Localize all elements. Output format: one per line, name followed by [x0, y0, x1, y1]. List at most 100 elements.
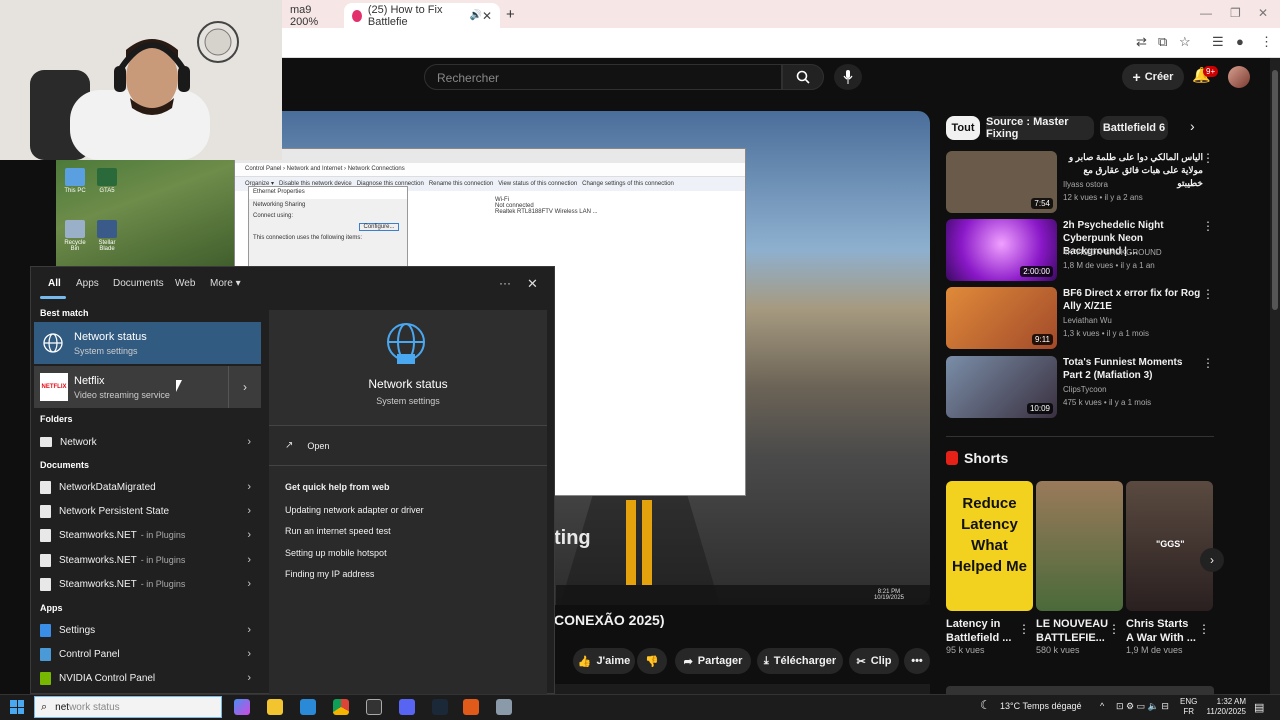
search-input[interactable]: Rechercher — [424, 64, 782, 90]
document-result[interactable]: Steamworks.NET - in Plugins › — [34, 573, 261, 595]
bookmark-star-icon[interactable]: ☆ — [1179, 34, 1191, 50]
more-options-icon[interactable]: ⋮ — [1202, 287, 1214, 301]
scrollbar-thumb[interactable] — [1272, 70, 1278, 310]
document-result[interactable]: Steamworks.NET - in Plugins › — [34, 549, 261, 571]
close-window-icon[interactable]: ✕ — [1258, 6, 1268, 20]
open-action[interactable]: ↗ Open — [285, 440, 329, 451]
short-thumbnail[interactable] — [1036, 481, 1123, 611]
close-icon[interactable]: ✕ — [527, 276, 538, 292]
app-result-control-panel[interactable]: Control Panel › — [34, 643, 261, 665]
dislike-button[interactable]: 👎 — [637, 648, 667, 674]
queue-icon[interactable]: ☰ — [1212, 34, 1224, 50]
menu-dots-icon[interactable]: ⋮ — [1260, 34, 1273, 50]
more-options-icon[interactable]: ⋮ — [1198, 622, 1210, 636]
download-button[interactable]: ⤓ Télécharger — [757, 648, 843, 674]
install-icon[interactable]: ⧉ — [1158, 34, 1167, 50]
nvidia-icon — [40, 671, 51, 685]
file-explorer-icon[interactable] — [267, 699, 283, 715]
clock[interactable]: 1:32 AM 11/20/2025 — [1200, 697, 1246, 717]
tab-all[interactable]: All — [48, 278, 61, 289]
web-link[interactable]: Finding my IP address — [285, 569, 374, 579]
more-options-icon[interactable]: ⋮ — [1202, 356, 1214, 370]
notification-center-icon[interactable]: ▤ — [1254, 701, 1264, 714]
weather-moon-icon[interactable]: ☾ — [980, 698, 991, 712]
desktop-icon-stellar-blade[interactable]: Stellar Blade — [92, 220, 122, 252]
translate-icon[interactable]: ⇄ — [1136, 34, 1147, 50]
chip-source[interactable]: Source : Master Fixing — [986, 116, 1094, 140]
recommendation-item[interactable]: 9:11 BF6 Direct x error fix for Rog Ally… — [946, 287, 1216, 349]
netflix-result[interactable]: NETFLIX Netflix Video streaming service — [34, 366, 261, 408]
discord-icon[interactable] — [399, 699, 415, 715]
best-match-network-status[interactable]: Network status System settings — [34, 322, 261, 364]
app-icon[interactable] — [496, 699, 512, 715]
more-options-icon[interactable]: ··· — [499, 276, 511, 290]
desktop-icon-gta5[interactable]: GTA5 — [92, 168, 122, 194]
chevron-right-icon[interactable]: › — [1190, 118, 1195, 134]
more-options-icon[interactable]: ⋮ — [1108, 622, 1120, 636]
search-button[interactable] — [782, 64, 824, 90]
avatar[interactable] — [1228, 66, 1250, 88]
copilot-icon[interactable] — [234, 699, 250, 715]
xbox-icon[interactable] — [366, 699, 382, 715]
tab-more[interactable]: More ▾ — [210, 278, 241, 289]
web-link[interactable]: Setting up mobile hotspot — [285, 548, 387, 558]
video-thumbnail: 2:00:00 — [946, 219, 1057, 281]
document-result[interactable]: Network Persistent State › — [34, 500, 261, 522]
chip-all[interactable]: Tout — [946, 116, 980, 140]
web-link[interactable]: Run an internet speed test — [285, 526, 391, 536]
network-globe-large-icon — [387, 323, 425, 364]
more-options-icon[interactable]: ⋮ — [1018, 622, 1030, 636]
short-thumbnail[interactable]: Reduce Latency What Helped Me — [946, 481, 1033, 611]
new-tab-icon[interactable]: + — [506, 6, 515, 23]
like-button[interactable]: 👍 J'aime — [573, 648, 635, 674]
create-button[interactable]: + Créer — [1122, 64, 1184, 90]
app-result-nvidia[interactable]: NVIDIA Control Panel › — [34, 667, 261, 689]
store-icon[interactable] — [300, 699, 316, 715]
desktop-icon-recycle-bin[interactable]: Recycle Bin — [60, 220, 90, 252]
browser-tab-active[interactable]: (25) How to Fix Battlefie 🔊 ✕ — [344, 3, 500, 28]
wifi-adapter: Wi-Fi Not connected Realtek RTL8188FTV W… — [495, 197, 598, 215]
video-title: CONEXÃO 2025) — [554, 612, 665, 628]
tray-chevron-icon[interactable]: ^ — [1100, 701, 1104, 711]
clip-button[interactable]: ✂ Clip — [849, 648, 899, 674]
youtube-favicon-icon — [352, 9, 362, 22]
minimize-icon[interactable]: — — [1200, 6, 1212, 20]
chevron-right-icon[interactable]: › — [228, 366, 261, 408]
maximize-icon[interactable]: ❐ — [1230, 6, 1241, 20]
tab-web[interactable]: Web — [175, 278, 195, 289]
web-link[interactable]: Updating network adapter or driver — [285, 505, 424, 515]
profile-icon[interactable]: ● — [1236, 34, 1244, 49]
search-icon — [796, 70, 810, 84]
more-actions-button[interactable]: ••• — [904, 648, 930, 674]
short-info: Chris Starts A War With ... 1,9 M de vue… — [1126, 618, 1196, 655]
browser-tab-inactive[interactable]: ma9 200% — [282, 3, 342, 28]
folder-result[interactable]: Network › — [34, 431, 261, 453]
tab-apps[interactable]: Apps — [76, 278, 99, 289]
chrome-icon[interactable] — [333, 699, 349, 715]
document-result[interactable]: NetworkDataMigrated › — [34, 476, 261, 498]
windows-start-icon[interactable] — [10, 700, 24, 714]
more-options-icon[interactable]: ⋮ — [1202, 219, 1214, 233]
document-result[interactable]: Steamworks.NET - in Plugins › — [34, 524, 261, 546]
desktop-icon-this-pc[interactable]: This PC — [60, 168, 90, 194]
recommendation-item[interactable]: 2:00:00 2h Psychedelic Night Cyberpunk N… — [946, 219, 1216, 281]
app-icon[interactable] — [463, 699, 479, 715]
recommendation-item[interactable]: 7:54 الياس المالكي دوا على طلمة صابر و م… — [946, 151, 1216, 213]
chip-battlefield[interactable]: Battlefield 6 — [1100, 116, 1168, 140]
language-indicator[interactable]: ENG FR — [1180, 697, 1197, 717]
recommendation-item[interactable]: 10:09 Tota's Funniest Moments Part 2 (Ma… — [946, 356, 1216, 418]
web-help-heading: Get quick help from web — [285, 482, 390, 492]
short-thumbnail[interactable]: "GGS" — [1126, 481, 1213, 611]
tab-documents[interactable]: Documents — [113, 278, 164, 289]
taskbar-search-input[interactable]: ⌕ net work status — [34, 696, 222, 718]
steam-icon[interactable] — [432, 699, 448, 715]
more-options-icon[interactable]: ⋮ — [1202, 151, 1214, 165]
share-button[interactable]: ➦ Partager — [675, 648, 751, 674]
audio-icon[interactable]: 🔊 — [469, 10, 481, 21]
close-tab-icon[interactable]: ✕ — [482, 9, 492, 23]
voice-search-button[interactable] — [834, 64, 862, 90]
shorts-next-button[interactable]: › — [1200, 548, 1224, 572]
app-result-settings[interactable]: Settings › — [34, 619, 261, 641]
weather-text[interactable]: 13°C Temps dégagé — [1000, 701, 1082, 711]
tray-icons[interactable]: ⊡ ⚙ ▭ 🔈 ⊟ — [1116, 701, 1169, 712]
